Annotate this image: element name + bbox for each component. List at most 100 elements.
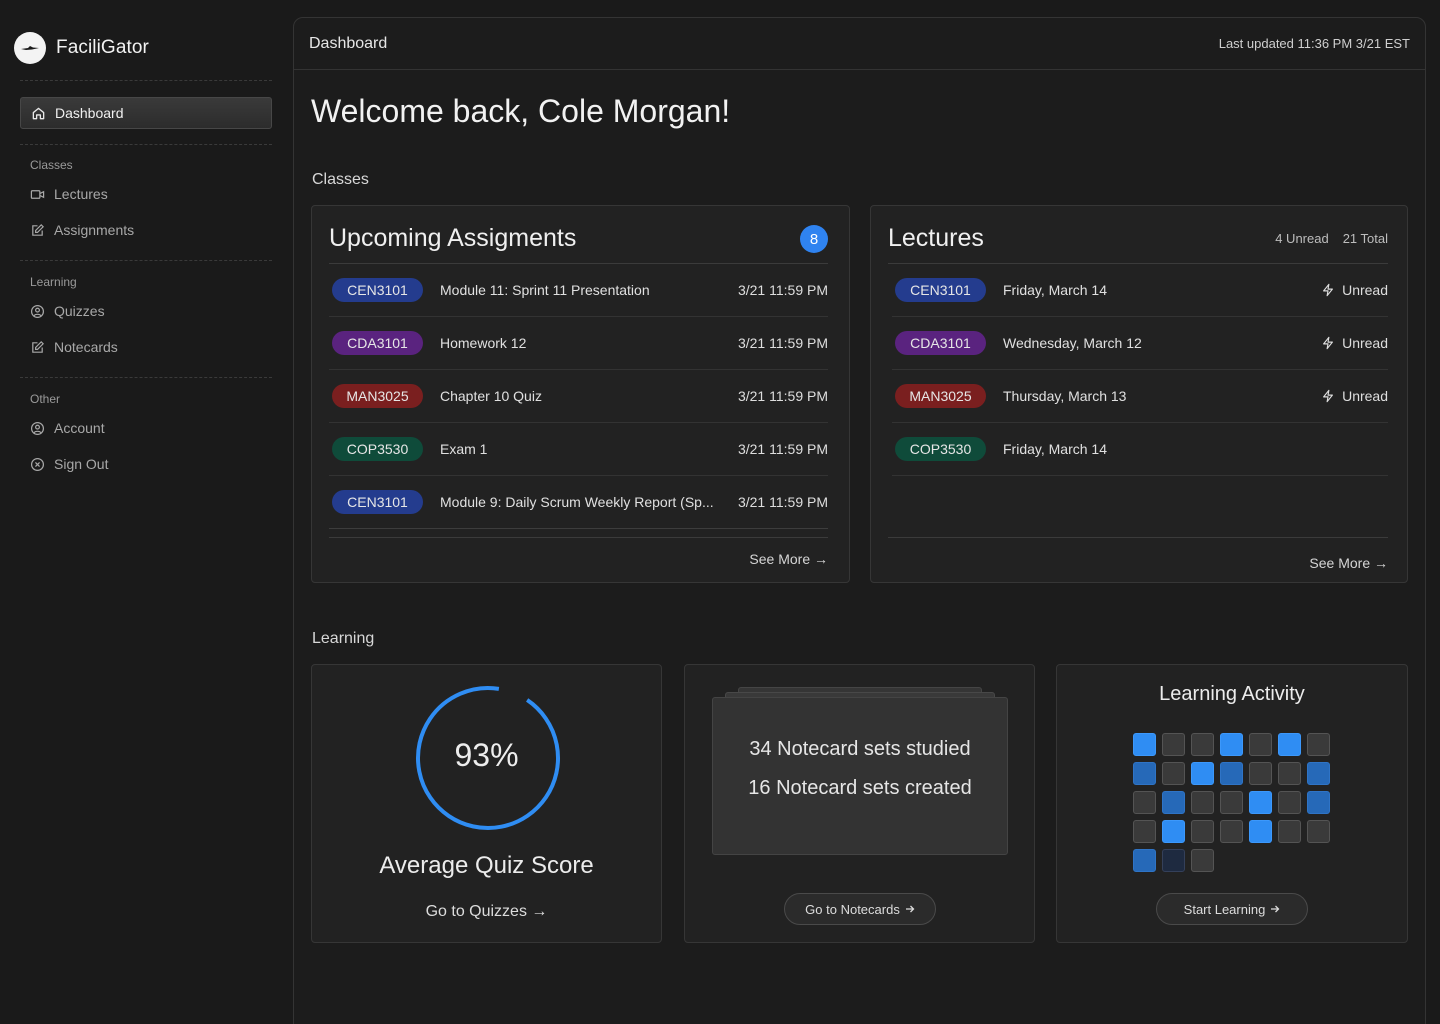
- sidebar-divider: [20, 377, 272, 378]
- close-circle-icon: [30, 457, 45, 471]
- card-divider: [329, 537, 828, 538]
- course-pill: CEN3101: [332, 490, 423, 514]
- notecard-stack-front: 34 Notecard sets studied 16 Notecard set…: [712, 697, 1008, 855]
- welcome-heading: Welcome back, Cole Morgan!: [311, 93, 731, 129]
- learning-section-title: Learning: [312, 630, 375, 647]
- page-title: Dashboard: [309, 34, 388, 52]
- quiz-score-card: 93% Average Quiz Score Go to Quizzes →: [311, 664, 662, 943]
- assignment-name: Homework 12: [440, 335, 527, 351]
- lectures-title: Lectures: [888, 224, 984, 252]
- sidebar-item-sign-out[interactable]: Sign Out: [30, 454, 108, 474]
- assignment-row[interactable]: CEN3101 Module 9: Daily Scrum Weekly Repo…: [329, 476, 828, 529]
- assignments-card: Upcoming Assigments 8 CEN3101 Module 11: …: [311, 205, 850, 583]
- lecture-row[interactable]: CDA3101 Wednesday, March 12 Unread: [892, 317, 1388, 370]
- lecture-row[interactable]: COP3530 Friday, March 14: [892, 423, 1388, 476]
- assignment-row[interactable]: CDA3101 Homework 12 3/21 11:59 PM: [329, 317, 828, 370]
- go-to-notecards-button[interactable]: Go to Notecards: [784, 893, 936, 925]
- activity-cell: [1220, 820, 1243, 843]
- lecture-date: Thursday, March 13: [1003, 388, 1127, 404]
- learning-activity-card: Learning Activity Start Learning: [1056, 664, 1408, 943]
- activity-cell: [1307, 733, 1330, 756]
- activity-cell: [1191, 849, 1214, 872]
- activity-cell: [1133, 849, 1156, 872]
- classes-section-title: Classes: [312, 171, 369, 188]
- lectures-card: Lectures 4 Unread 21 Total CEN3101 Friday…: [870, 205, 1408, 583]
- activity-cell: [1162, 762, 1185, 785]
- top-bar: Dashboard Last updated 11:36 PM 3/21 EST: [294, 18, 1425, 70]
- brand[interactable]: FaciliGator: [14, 32, 149, 64]
- activity-cell: [1249, 762, 1272, 785]
- notecards-card: 34 Notecard sets studied 16 Notecard set…: [684, 664, 1035, 943]
- assignment-name: Exam 1: [440, 441, 488, 457]
- sidebar-section-learning: Learning: [30, 275, 77, 289]
- course-pill: COP3530: [332, 437, 423, 461]
- card-divider: [888, 537, 1388, 538]
- course-pill: CDA3101: [895, 331, 986, 355]
- sidebar-item-label: Dashboard: [55, 105, 124, 121]
- assignments-title: Upcoming Assigments: [329, 224, 577, 252]
- activity-cell: [1249, 791, 1272, 814]
- sidebar-section-other: Other: [30, 392, 61, 406]
- video-icon: [30, 189, 45, 199]
- assignments-see-more-link[interactable]: See More →: [749, 551, 828, 567]
- assignment-name: Chapter 10 Quiz: [440, 388, 542, 404]
- assignment-row[interactable]: MAN3025 Chapter 10 Quiz 3/21 11:59 PM: [329, 370, 828, 423]
- course-pill: CEN3101: [332, 278, 423, 302]
- sidebar-divider: [20, 144, 272, 145]
- lecture-date: Friday, March 14: [1003, 441, 1107, 457]
- lectures-see-more-link[interactable]: See More →: [1309, 555, 1388, 571]
- lecture-stats: 4 Unread 21 Total: [1275, 231, 1388, 246]
- sidebar-item-notecards[interactable]: Notecards: [30, 337, 118, 357]
- unread-status: Unread: [1321, 335, 1388, 351]
- sidebar-divider: [20, 80, 272, 81]
- assignment-row[interactable]: COP3530 Exam 1 3/21 11:59 PM: [329, 423, 828, 476]
- lecture-date: Friday, March 14: [1003, 282, 1107, 298]
- lecture-unread-count: 4 Unread: [1275, 231, 1329, 246]
- activity-cell: [1162, 733, 1185, 756]
- activity-cell: [1249, 733, 1272, 756]
- activity-cell: [1133, 791, 1156, 814]
- assignment-due: 3/21 11:59 PM: [737, 494, 828, 510]
- sidebar-item-account[interactable]: Account: [30, 418, 105, 438]
- activity-cell: [1133, 733, 1156, 756]
- notecards-studied: 34 Notecard sets studied: [749, 738, 971, 760]
- start-learning-button[interactable]: Start Learning: [1156, 893, 1308, 925]
- edit-icon: [32, 340, 44, 353]
- unread-status: Unread: [1321, 282, 1388, 298]
- lecture-row[interactable]: CEN3101 Friday, March 14 Unread: [892, 264, 1388, 317]
- course-pill: CEN3101: [895, 278, 986, 302]
- unread-status: Unread: [1321, 388, 1388, 404]
- assignment-name: Module 11: Sprint 11 Presentation: [440, 282, 650, 298]
- sidebar-item-lectures[interactable]: Lectures: [30, 184, 108, 204]
- sidebar-item-label: Quizzes: [54, 303, 105, 319]
- lecture-total-count: 21 Total: [1342, 231, 1388, 246]
- edit-icon: [32, 223, 44, 236]
- activity-cell: [1162, 849, 1185, 872]
- activity-cell: [1249, 820, 1272, 843]
- notecards-created: 16 Notecard sets created: [748, 777, 972, 799]
- lecture-row[interactable]: MAN3025 Thursday, March 13 Unread: [892, 370, 1388, 423]
- activity-cell: [1191, 820, 1214, 843]
- sidebar-item-assignments[interactable]: Assignments: [30, 220, 134, 240]
- quiz-score-value: 93%: [454, 737, 519, 773]
- arrow-right-icon: [905, 905, 915, 913]
- assignment-row[interactable]: CEN3101 Module 11: Sprint 11 Presentation…: [329, 264, 828, 317]
- user-icon: [30, 421, 45, 435]
- sidebar-item-quizzes[interactable]: Quizzes: [30, 301, 105, 321]
- assignment-due: 3/21 11:59 PM: [737, 282, 828, 298]
- activity-cell: [1162, 791, 1185, 814]
- sidebar-divider: [20, 260, 272, 261]
- last-updated: Last updated 11:36 PM 3/21 EST: [1218, 36, 1410, 51]
- sidebar: FaciliGator Dashboard Classes Lectures A…: [0, 0, 292, 1024]
- sidebar-item-dashboard[interactable]: Dashboard: [20, 97, 272, 129]
- activity-cell: [1133, 762, 1156, 785]
- assignment-due: 3/21 11:59 PM: [737, 441, 828, 457]
- assignment-due: 3/21 11:59 PM: [737, 388, 828, 404]
- lecture-date: Wednesday, March 12: [1003, 335, 1142, 351]
- gator-logo-icon: [14, 32, 46, 64]
- learning-activity-title: Learning Activity: [1159, 683, 1305, 705]
- quiz-icon: [30, 304, 45, 318]
- sidebar-item-label: Lectures: [54, 186, 108, 202]
- course-pill: COP3530: [895, 437, 986, 461]
- go-to-quizzes-link[interactable]: Go to Quizzes →: [312, 903, 661, 921]
